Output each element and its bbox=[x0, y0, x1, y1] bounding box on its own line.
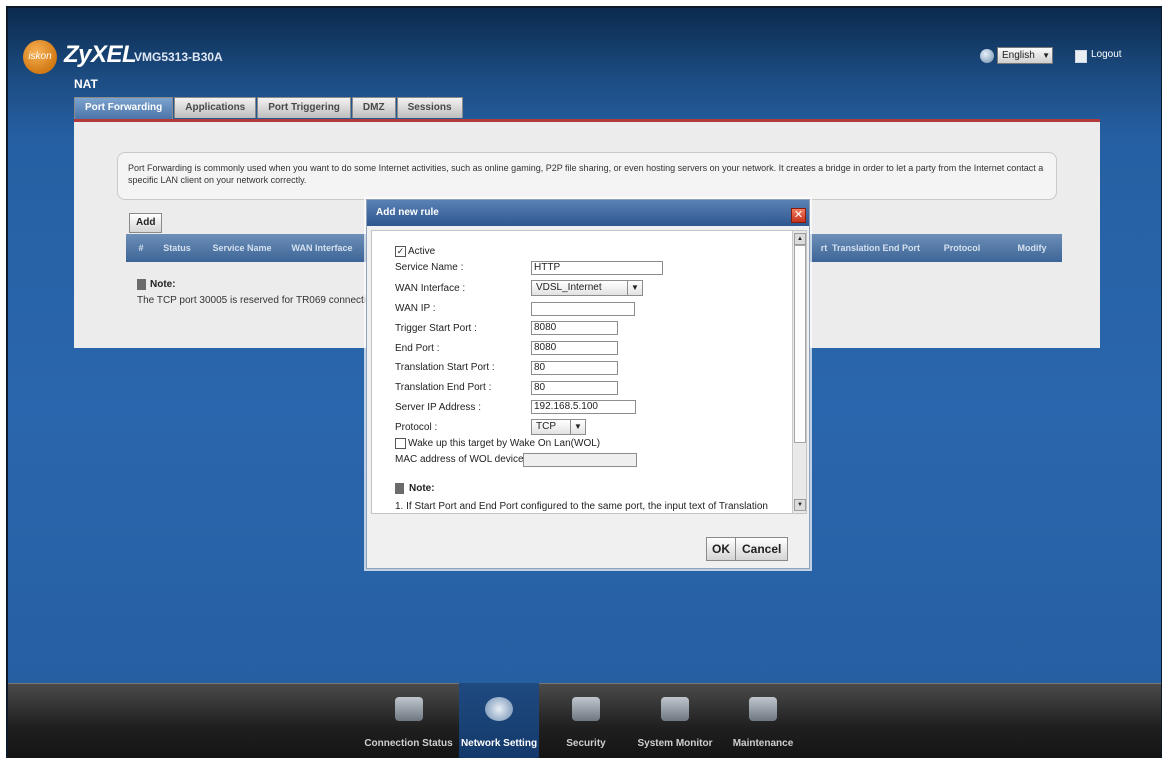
wan-interface-label: WAN Interface : bbox=[395, 283, 466, 294]
active-checkbox[interactable]: ✓ bbox=[395, 246, 406, 257]
tab-dmz[interactable]: DMZ bbox=[351, 97, 396, 118]
close-icon[interactable]: ✕ bbox=[791, 208, 806, 223]
logout-link[interactable]: Logout bbox=[1091, 49, 1122, 60]
monitor-icon bbox=[661, 697, 689, 721]
note-title: Note: bbox=[150, 279, 176, 290]
chevron-down-icon: ▼ bbox=[627, 281, 642, 295]
note-icon bbox=[137, 279, 146, 290]
trigger-start-port-input[interactable]: 8080 bbox=[531, 321, 618, 335]
end-port-input[interactable]: 8080 bbox=[531, 341, 618, 355]
dialog-scrollbar[interactable]: ▲ ▼ bbox=[792, 231, 806, 513]
page-title: NAT bbox=[74, 77, 98, 91]
nav-label: Maintenance bbox=[732, 738, 794, 749]
cancel-button[interactable]: Cancel bbox=[735, 537, 789, 561]
protocol-value: TCP bbox=[536, 421, 556, 432]
brand-name: ZyXEL bbox=[64, 41, 137, 68]
wan-interface-value: VDSL_Internet bbox=[536, 282, 602, 293]
tab-sessions[interactable]: Sessions bbox=[396, 97, 463, 118]
col-translation-end-port: Translation End Port bbox=[831, 243, 920, 253]
dialog-form: ✓ Active Service Name : HTTP WAN Interfa… bbox=[371, 230, 807, 514]
wol-checkbox[interactable] bbox=[395, 438, 406, 449]
dialog-titlebar: Add new rule ✕ bbox=[367, 200, 809, 226]
translation-end-port-label: Translation End Port : bbox=[395, 382, 492, 393]
translation-start-port-input[interactable]: 80 bbox=[531, 361, 618, 375]
col-service-name: Service Name bbox=[212, 243, 272, 253]
globe-icon bbox=[980, 49, 994, 63]
service-name-label: Service Name : bbox=[395, 262, 464, 273]
col-protocol: Protocol bbox=[943, 243, 981, 253]
scroll-up-icon[interactable]: ▲ bbox=[794, 233, 806, 245]
dialog-note-text: 1. If Start Port and End Port configured… bbox=[395, 501, 768, 512]
wol-label: Wake up this target by Wake On Lan(WOL) bbox=[408, 438, 601, 449]
wan-interface-select[interactable]: VDSL_Internet ▼ bbox=[531, 280, 643, 296]
nav-system-monitor[interactable]: System Monitor bbox=[630, 683, 720, 758]
trigger-start-port-label: Trigger Start Port : bbox=[395, 323, 477, 334]
nav-label: Connection Status bbox=[364, 738, 453, 749]
end-port-label: End Port : bbox=[395, 343, 440, 354]
mac-address-input[interactable] bbox=[523, 453, 637, 467]
protocol-label: Protocol : bbox=[395, 422, 438, 433]
chevron-down-icon: ▼ bbox=[1042, 51, 1050, 60]
tab-port-forwarding[interactable]: Port Forwarding bbox=[74, 97, 174, 119]
dialog-note-title: Note: bbox=[409, 483, 435, 494]
nav-network-setting[interactable]: Network Setting bbox=[459, 683, 539, 758]
col-port-fragment: rt bbox=[820, 243, 828, 253]
col-status: Status bbox=[163, 243, 191, 253]
note-text: The TCP port 30005 is reserved for TR069… bbox=[137, 295, 372, 306]
language-value: English bbox=[1002, 50, 1035, 61]
add-button[interactable]: Add bbox=[129, 213, 163, 233]
nav-maintenance[interactable]: Maintenance bbox=[723, 683, 803, 758]
chevron-down-icon: ▼ bbox=[570, 420, 585, 434]
shield-icon bbox=[572, 697, 600, 721]
model-name: VMG5313-B30A bbox=[134, 50, 223, 64]
nav-connection-status[interactable]: Connection Status bbox=[360, 683, 457, 758]
description-box: Port Forwarding is commonly used when yo… bbox=[117, 152, 1057, 200]
scroll-thumb[interactable] bbox=[794, 245, 806, 443]
dialog-title: Add new rule bbox=[376, 207, 439, 218]
tab-bar: Port Forwarding Applications Port Trigge… bbox=[74, 97, 464, 119]
wan-ip-input[interactable] bbox=[531, 302, 635, 316]
mac-address-label: MAC address of WOL device bbox=[395, 454, 524, 465]
server-ip-input[interactable]: 192.168.5.100 bbox=[531, 400, 636, 414]
logout-icon[interactable] bbox=[1075, 50, 1087, 63]
server-ip-label: Server IP Address : bbox=[395, 402, 481, 413]
nav-label: System Monitor bbox=[637, 738, 713, 749]
nav-label: Security bbox=[566, 738, 606, 749]
nav-security[interactable]: Security bbox=[546, 683, 626, 758]
language-select[interactable]: English ▼ bbox=[997, 47, 1053, 64]
wan-ip-label: WAN IP : bbox=[395, 303, 436, 314]
maintenance-icon bbox=[749, 697, 777, 721]
tab-port-triggering[interactable]: Port Triggering bbox=[257, 97, 351, 118]
ok-button[interactable]: OK bbox=[706, 537, 736, 561]
connection-status-icon bbox=[394, 697, 423, 721]
iskon-logo: iskon bbox=[23, 40, 57, 74]
router-web-ui: iskon ZyXEL VMG5313-B30A English ▼ Logou… bbox=[8, 8, 1161, 683]
tab-applications[interactable]: Applications bbox=[174, 97, 257, 118]
translation-end-port-input[interactable]: 80 bbox=[531, 381, 618, 395]
note-icon bbox=[395, 483, 404, 494]
logo-text: iskon bbox=[28, 51, 52, 62]
translation-start-port-label: Translation Start Port : bbox=[395, 362, 495, 373]
service-name-input[interactable]: HTTP bbox=[531, 261, 663, 275]
add-rule-dialog: Add new rule ✕ ✓ Active Service Name : H… bbox=[366, 199, 810, 569]
nav-label: Network Setting bbox=[460, 738, 538, 749]
scroll-down-icon[interactable]: ▼ bbox=[794, 499, 806, 511]
active-label: Active bbox=[408, 246, 436, 257]
col-number: # bbox=[138, 243, 144, 253]
col-wan-interface: WAN Interface bbox=[291, 243, 353, 253]
col-modify: Modify bbox=[1017, 243, 1047, 253]
gear-icon bbox=[485, 697, 513, 721]
bottom-nav: Connection Status Network Setting Securi… bbox=[8, 683, 1161, 758]
protocol-select[interactable]: TCP ▼ bbox=[531, 419, 586, 435]
